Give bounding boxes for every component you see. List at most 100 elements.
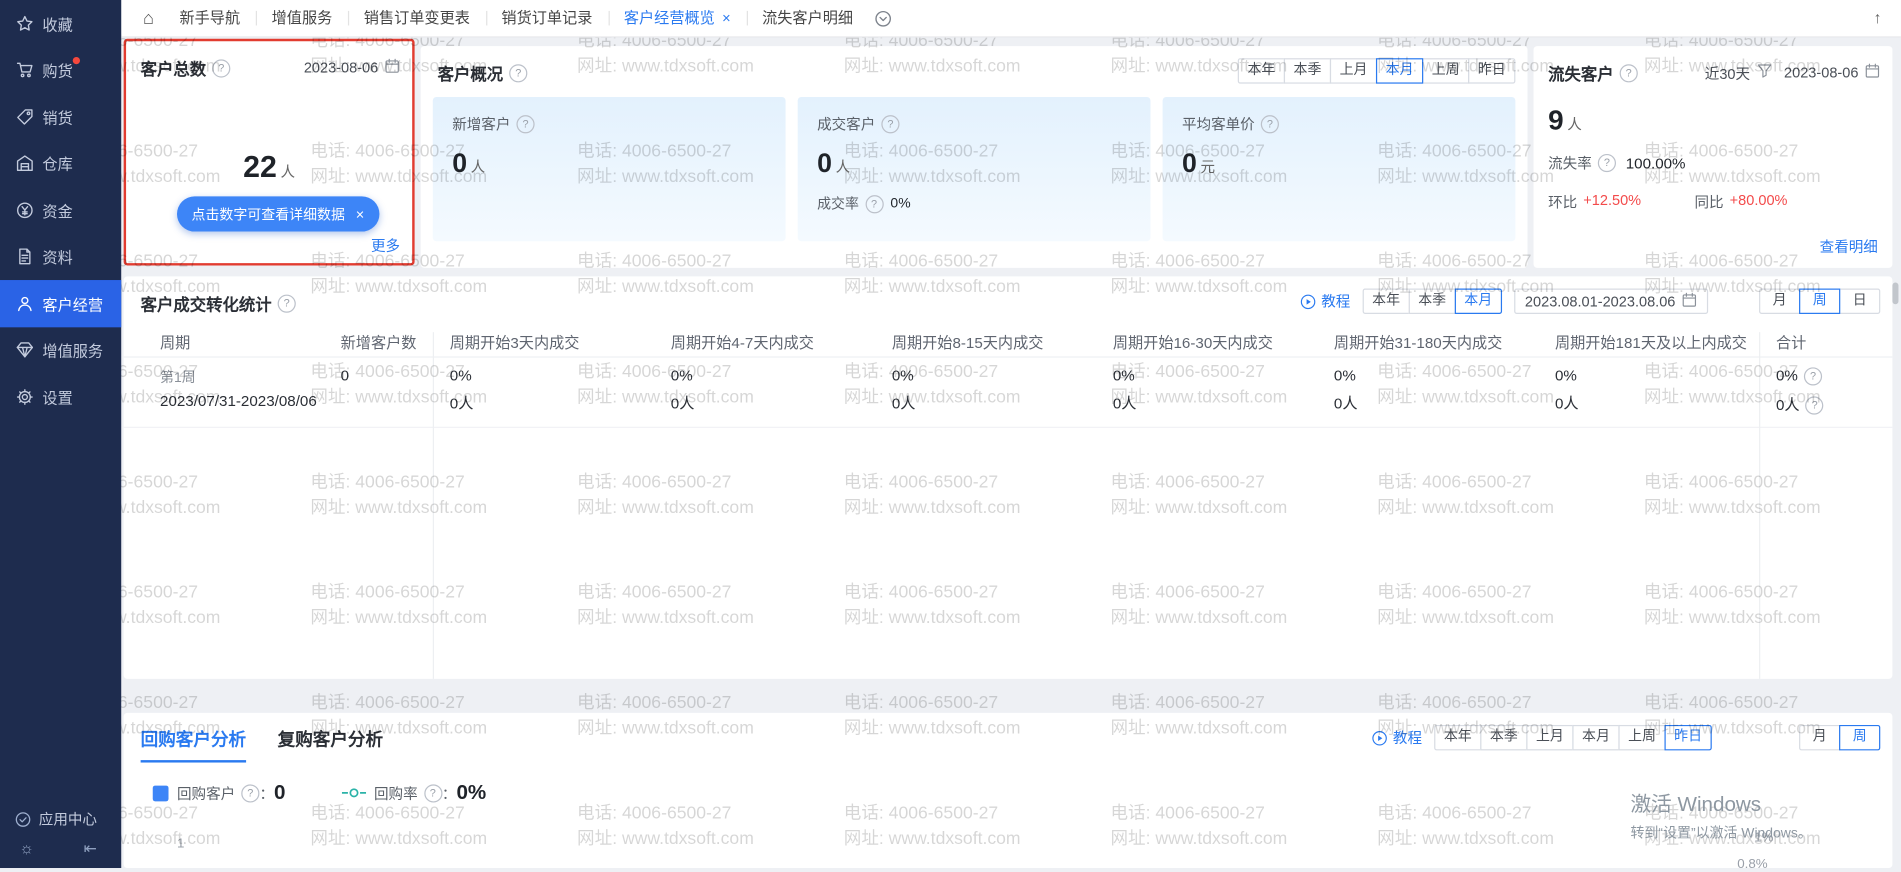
cell-4-7d: 0%0人 bbox=[654, 367, 875, 414]
filter-this-year[interactable]: 本年 bbox=[1362, 289, 1409, 314]
sidebar-item-favorites[interactable]: 收藏 bbox=[0, 0, 121, 47]
lost-customers-value[interactable]: 9人 bbox=[1548, 104, 1892, 137]
sidebar-item-customer-management[interactable]: 客户经营 bbox=[0, 280, 121, 327]
collapse-sidebar-icon[interactable] bbox=[84, 839, 97, 858]
scrollbar-thumb[interactable] bbox=[1892, 282, 1898, 304]
help-icon[interactable] bbox=[881, 115, 899, 133]
tab-lost-customer-detail[interactable]: 流失客户明细 bbox=[746, 0, 868, 36]
range-filter[interactable]: 近30天 bbox=[1705, 62, 1772, 83]
hint-tooltip: 点击数字可查看详细数据 bbox=[177, 196, 379, 231]
filter-last-week[interactable]: 上周 bbox=[1422, 58, 1469, 83]
help-icon[interactable] bbox=[241, 784, 259, 802]
filter-last-month[interactable]: 上月 bbox=[1330, 58, 1377, 83]
help-icon[interactable] bbox=[424, 784, 442, 802]
filter-this-month[interactable]: 本月 bbox=[1376, 58, 1423, 83]
help-icon[interactable] bbox=[509, 64, 527, 82]
granularity-week[interactable]: 周 bbox=[1839, 725, 1880, 750]
help-icon[interactable] bbox=[1261, 115, 1279, 133]
cell-16-30d: 0%0人 bbox=[1096, 367, 1317, 414]
sidebar-item-label: 仓库 bbox=[42, 152, 72, 175]
tab-value-added[interactable]: 增值服务 bbox=[256, 0, 348, 36]
col-header-16-30d: 周期开始16-30天内成交 bbox=[1096, 330, 1317, 353]
tab-newbie-nav[interactable]: 新手导航 bbox=[164, 0, 256, 36]
date-picker[interactable]: 2023-08-06 bbox=[304, 58, 400, 77]
calendar-icon bbox=[384, 58, 400, 77]
filter-yesterday[interactable]: 昨日 bbox=[1664, 725, 1711, 750]
sidebar-item-value-added[interactable]: 增值服务 bbox=[0, 327, 121, 374]
help-icon[interactable] bbox=[1804, 367, 1822, 385]
new-customers-panel: 新增客户 0人 bbox=[433, 97, 786, 241]
funnel-icon bbox=[1756, 63, 1772, 82]
filter-this-quarter[interactable]: 本季 bbox=[1409, 289, 1456, 314]
tab-repeat-purchase-analysis[interactable]: 复购客户分析 bbox=[278, 726, 383, 762]
filter-this-month[interactable]: 本月 bbox=[1455, 289, 1502, 314]
col-header-new-customers: 新增客户数 bbox=[324, 330, 433, 353]
theme-icon[interactable] bbox=[19, 839, 33, 858]
filter-this-year[interactable]: 本年 bbox=[1238, 58, 1285, 83]
rate-value: 0% bbox=[456, 781, 486, 805]
scroll-top-icon[interactable] bbox=[1874, 0, 1882, 36]
more-link[interactable]: 更多 bbox=[371, 235, 400, 256]
card-title: 流失客户 bbox=[1548, 61, 1613, 85]
filter-last-week[interactable]: 上周 bbox=[1618, 725, 1665, 750]
granularity-month[interactable]: 月 bbox=[1759, 289, 1800, 314]
tab-list-dropdown-icon[interactable] bbox=[874, 9, 892, 27]
help-icon[interactable] bbox=[278, 294, 296, 312]
date-range-picker[interactable]: 2023.08.01-2023.08.06 bbox=[1514, 289, 1708, 314]
play-circle-icon bbox=[1371, 729, 1388, 746]
tab-sales-order-record[interactable]: 销货订单记录 bbox=[486, 0, 608, 36]
rate-label: 回购率 bbox=[374, 783, 418, 804]
cell-31-180d: 0%0人 bbox=[1317, 367, 1538, 414]
sidebar-item-purchase[interactable]: 购货 bbox=[0, 47, 121, 94]
close-tab-icon[interactable] bbox=[722, 10, 731, 27]
tab-sales-order-change[interactable]: 销售订单变更表 bbox=[348, 0, 486, 36]
cell-3d: 0%0人 bbox=[433, 367, 654, 414]
filter-this-quarter[interactable]: 本季 bbox=[1284, 58, 1331, 83]
filter-this-quarter[interactable]: 本季 bbox=[1480, 725, 1527, 750]
filter-last-month[interactable]: 上月 bbox=[1526, 725, 1573, 750]
sidebar-item-sales[interactable]: 销货 bbox=[0, 93, 121, 140]
help-icon[interactable] bbox=[212, 59, 230, 77]
col-header-4-7d: 周期开始4-7天内成交 bbox=[654, 330, 875, 353]
filter-this-month[interactable]: 本月 bbox=[1572, 725, 1619, 750]
calendar-icon bbox=[1865, 63, 1881, 82]
table-row: 第1周 2023/07/31-2023/08/06 0 0%0人 0%0人 0%… bbox=[124, 358, 1893, 428]
granularity-month[interactable]: 月 bbox=[1799, 725, 1840, 750]
app-center-button[interactable]: 应用中心 bbox=[0, 799, 121, 837]
view-detail-link[interactable]: 查看明细 bbox=[1820, 236, 1878, 257]
churn-rate-label: 流失率 bbox=[1548, 153, 1592, 174]
help-icon[interactable] bbox=[1806, 396, 1824, 414]
app-center-label: 应用中心 bbox=[39, 809, 97, 830]
gear-icon bbox=[16, 388, 34, 406]
diamond-icon bbox=[16, 341, 34, 359]
help-icon[interactable] bbox=[516, 115, 534, 133]
sidebar-item-label: 资金 bbox=[42, 199, 72, 222]
tutorial-link[interactable]: 教程 bbox=[1299, 291, 1350, 312]
date-picker[interactable]: 2023-08-06 bbox=[1784, 63, 1880, 82]
home-icon[interactable] bbox=[143, 8, 154, 29]
sidebar-item-label: 购货 bbox=[42, 58, 72, 81]
granularity-day[interactable]: 日 bbox=[1839, 289, 1880, 314]
sidebar-item-data[interactable]: 资料 bbox=[0, 233, 121, 280]
buyback-series-swatch bbox=[153, 785, 169, 801]
close-tooltip-icon[interactable] bbox=[356, 205, 365, 222]
help-icon[interactable] bbox=[865, 195, 883, 213]
help-icon[interactable] bbox=[1620, 64, 1638, 82]
sidebar-item-settings[interactable]: 设置 bbox=[0, 373, 121, 420]
sidebar-item-warehouse[interactable]: 仓库 bbox=[0, 140, 121, 187]
total-customers-value[interactable]: 22人 bbox=[126, 150, 412, 185]
period-name: 第1周 bbox=[160, 367, 324, 386]
document-icon bbox=[16, 248, 34, 266]
sidebar-item-funds[interactable]: 资金 bbox=[0, 187, 121, 234]
sidebar: 收藏 购货 销货 仓库 资金 资料 客户经营 增值服务 bbox=[0, 0, 121, 868]
help-icon[interactable] bbox=[1598, 154, 1616, 172]
tag-icon bbox=[16, 108, 34, 126]
filter-yesterday[interactable]: 昨日 bbox=[1468, 58, 1515, 83]
windows-activation-notice: 激活 Windows 转到“设置”以激活 Windows。 bbox=[1631, 787, 1812, 843]
tutorial-link[interactable]: 教程 bbox=[1371, 727, 1422, 748]
granularity-week[interactable]: 周 bbox=[1799, 289, 1840, 314]
tab-buyback-analysis[interactable]: 回购客户分析 bbox=[141, 726, 246, 762]
tab-customer-overview[interactable]: 客户经营概览 bbox=[608, 0, 746, 36]
total-customers-card: 客户总数 2023-08-06 22人 点击数字可查看详细数据 更多 bbox=[124, 39, 415, 266]
filter-this-year[interactable]: 本年 bbox=[1434, 725, 1481, 750]
